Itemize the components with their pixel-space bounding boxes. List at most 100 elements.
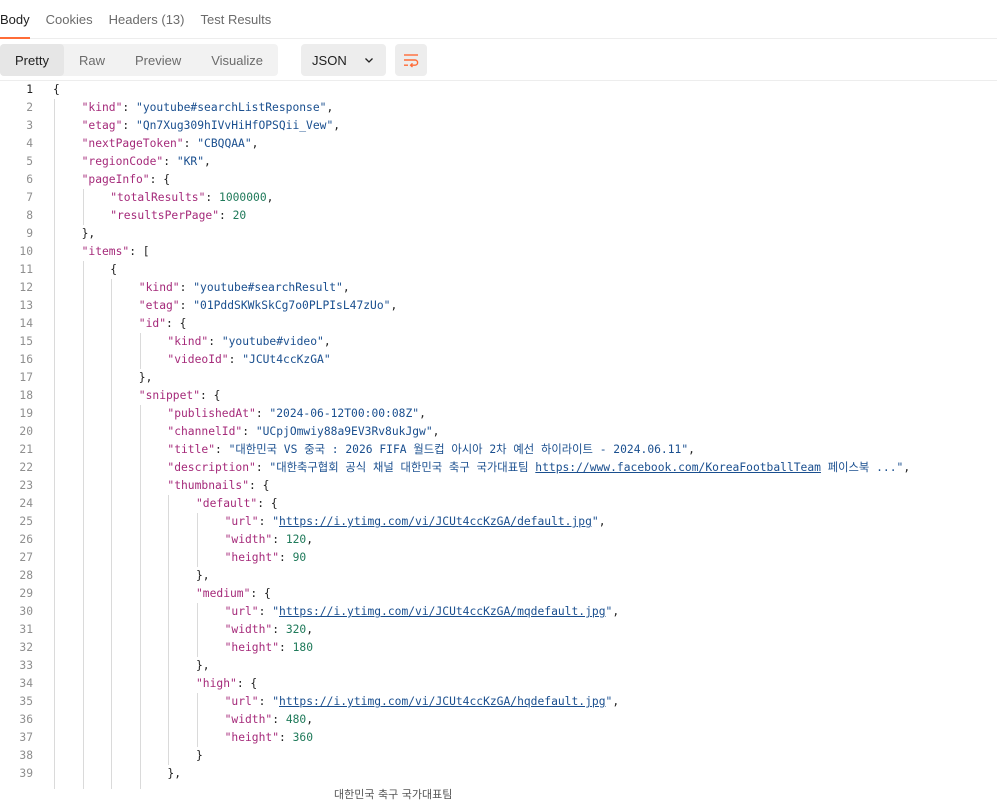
code-token[interactable]: https://i.ytimg.com/vi/JCUt4ccKzGA/mqdef…: [279, 605, 605, 618]
code-token: "default": [196, 497, 258, 510]
code-token: 90: [292, 551, 307, 564]
code-text: },: [196, 657, 210, 675]
code-token: : [: [129, 245, 150, 258]
code-token: ,: [333, 119, 341, 132]
code-line: 35 "url": "https://i.ytimg.com/vi/JCUt4cc…: [0, 693, 997, 711]
code-token: "regionCode": [81, 155, 164, 168]
code-token[interactable]: https://i.ytimg.com/vi/JCUt4ccKzGA/defau…: [279, 515, 592, 528]
line-number: 33: [19, 659, 33, 672]
line-number: 38: [19, 749, 33, 762]
code-token: "JCUt4ccKzGA": [242, 353, 331, 366]
code-token: },: [138, 371, 153, 384]
pretty-button[interactable]: Pretty: [0, 44, 64, 76]
code-text: "items": [: [82, 243, 150, 261]
code-line: 9},: [0, 225, 997, 243]
code-text: "thumbnails": {: [167, 477, 269, 495]
code-token: 360: [292, 731, 314, 744]
code-line: 11 {: [0, 261, 997, 279]
visualize-button[interactable]: Visualize: [196, 44, 278, 76]
line-number: 5: [26, 155, 33, 168]
code-token: : {: [250, 587, 271, 600]
code-token: "url": [224, 515, 259, 528]
code-token: "pageInfo": [81, 173, 150, 186]
code-token: ,: [612, 695, 620, 708]
code-line: 1{: [0, 81, 997, 99]
code-token: : {: [200, 389, 221, 402]
code-token: "Qn7Xug309hIVvHiHfOPSQii_Vew": [136, 119, 334, 132]
line-number: 6: [26, 173, 33, 186]
code-token: "totalResults": [110, 191, 206, 204]
line-number: 25: [19, 515, 33, 528]
code-token: :: [258, 695, 273, 708]
code-line: 30 "url": "https://i.ytimg.com/vi/JCUt4cc…: [0, 603, 997, 621]
code-token: 480: [285, 713, 307, 726]
code-token: :: [183, 137, 198, 150]
code-token: "대한민국 VS 중국 : 2026 FIFA 월드컵 아시아 2차 예선 하이…: [228, 443, 689, 456]
code-line: 37 "height": 360: [0, 729, 997, 747]
code-token[interactable]: https://www.facebook.com/KoreaFootballTe…: [535, 461, 821, 474]
code-token: },: [167, 767, 181, 780]
preview-button[interactable]: Preview: [120, 44, 196, 76]
code-line: 36 "width": 480,: [0, 711, 997, 729]
code-line: 39},: [0, 765, 997, 783]
line-number: 22: [19, 461, 33, 474]
code-token: "height": [224, 731, 280, 744]
code-token: 180: [292, 641, 314, 654]
code-token: "medium": [196, 587, 251, 600]
code-token: "KR": [176, 155, 205, 168]
code-line: 15 "kind": "youtube#video",: [0, 333, 997, 351]
code-line: 14 "id": {: [0, 315, 997, 333]
indent-guide: [140, 405, 141, 789]
line-number: 9: [26, 227, 33, 240]
code-line: 24 "default": {: [0, 495, 997, 513]
line-number: 37: [19, 731, 33, 744]
tab-test-results[interactable]: Test Results: [200, 12, 271, 38]
tab-body[interactable]: Body: [0, 12, 30, 39]
line-number: 17: [19, 371, 33, 384]
code-token: :: [179, 299, 194, 312]
code-token[interactable]: https://i.ytimg.com/vi/JCUt4ccKzGA/hqdef…: [279, 695, 605, 708]
code-token: ,: [419, 407, 426, 420]
code-text: "resultsPerPage": 20: [110, 207, 246, 225]
code-token: :: [279, 731, 293, 744]
view-mode-selector: Pretty Raw Preview Visualize: [0, 44, 279, 76]
response-body-code-view[interactable]: 1{2 "kind": "youtube#searchListResponse",…: [0, 80, 997, 789]
code-text: "description": "대한축구협회 공식 채널 대한민국 축구 국가대…: [167, 459, 910, 477]
format-dropdown[interactable]: JSON: [301, 44, 386, 76]
code-line: 20 "channelId": "UCpjOmwiy88a9EV3Rv8ukJgw…: [0, 423, 997, 441]
code-text: },: [82, 225, 96, 243]
line-number: 29: [19, 587, 33, 600]
code-line: 34 "high": {: [0, 675, 997, 693]
code-token: : {: [257, 497, 278, 510]
code-line: 33},: [0, 657, 997, 675]
code-text: "height": 180: [225, 639, 313, 657]
raw-button[interactable]: Raw: [64, 44, 120, 76]
line-number: 11: [19, 263, 33, 276]
code-text: "publishedAt": "2024-06-12T00:00:08Z",: [167, 405, 425, 423]
code-token: :: [208, 335, 222, 348]
line-number: 24: [19, 497, 33, 510]
code-text: "url": "https://i.ytimg.com/vi/JCUt4ccKz…: [225, 693, 620, 711]
code-text: {: [53, 81, 60, 99]
tab-headers[interactable]: Headers (13): [109, 12, 185, 38]
line-number: 19: [19, 407, 33, 420]
line-number: 14: [19, 317, 33, 330]
tab-cookies[interactable]: Cookies: [46, 12, 93, 38]
code-token: "youtube#searchListResponse": [136, 101, 327, 114]
code-line: 5 "regionCode": "KR",: [0, 153, 997, 171]
code-text: },: [139, 369, 153, 387]
code-text: },: [196, 567, 210, 585]
code-token: {: [110, 263, 117, 276]
code-line: 19 "publishedAt": "2024-06-12T00:00:08Z",: [0, 405, 997, 423]
code-text: "medium": {: [196, 585, 271, 603]
code-token: ": [272, 695, 280, 708]
code-token: :: [179, 281, 194, 294]
code-line: 23 "thumbnails": {: [0, 477, 997, 495]
code-line: 13 "etag": "01PddSKWkSkCg7o0PLPIsL47zUo",: [0, 297, 997, 315]
wrap-lines-icon: [403, 54, 418, 68]
wrap-lines-button[interactable]: [394, 44, 427, 76]
code-token: ,: [326, 101, 334, 114]
line-number: 31: [19, 623, 33, 636]
code-token: "youtube#video": [221, 335, 324, 348]
code-line: 21 "title": "대한민국 VS 중국 : 2026 FIFA 월드컵 아…: [0, 441, 997, 459]
